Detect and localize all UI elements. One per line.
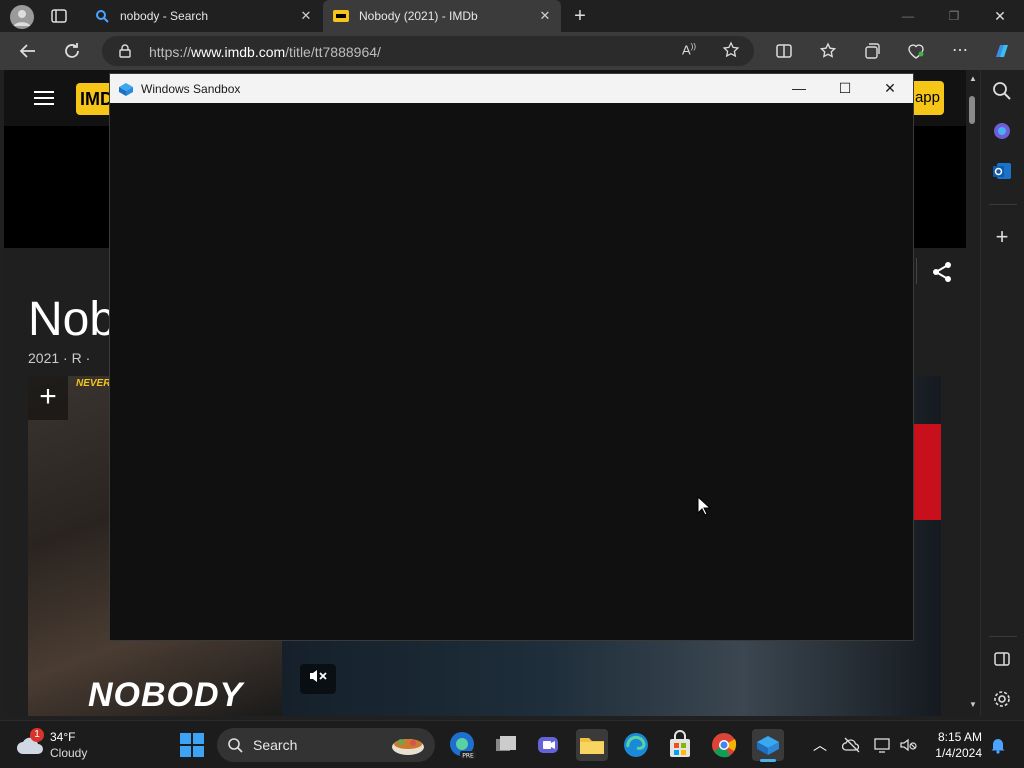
volume-muted-icon[interactable] — [898, 735, 918, 755]
sandbox-title: Windows Sandbox — [141, 82, 241, 96]
share-icon[interactable] — [930, 260, 954, 284]
windows-taskbar: 1 34°F Cloudy Search PRE ︿ 8:15 AM 1/4/2… — [0, 720, 1024, 768]
active-app-indicator — [760, 759, 776, 762]
hide-sidebar-icon[interactable] — [991, 648, 1013, 670]
profile-avatar[interactable] — [10, 5, 34, 29]
system-clock[interactable]: 8:15 AM 1/4/2024 — [926, 729, 982, 761]
svg-text:PRE: PRE — [462, 753, 474, 760]
sandbox-app-icon — [118, 81, 134, 97]
browser-toolbar: https://www.imdb.com/title/tt7888964/ A)… — [0, 32, 1024, 70]
edge-dev-icon[interactable]: PRE — [446, 729, 478, 761]
network-icon[interactable] — [872, 735, 892, 755]
scroll-up-arrow-icon[interactable]: ▲ — [969, 74, 977, 83]
search-highlight-bowl-icon — [392, 739, 424, 755]
weather-temperature: 34°F — [50, 730, 76, 744]
taskbar-search[interactable]: Search — [217, 728, 435, 762]
search-favicon-icon — [94, 8, 110, 24]
scrollbar-thumb[interactable] — [969, 96, 975, 124]
refresh-icon — [65, 43, 79, 58]
movie-meta: 2021 · R · — [28, 350, 91, 366]
sandbox-maximize-button[interactable]: ☐ — [822, 74, 868, 103]
window-restore-button[interactable]: ❐ — [944, 6, 964, 26]
weather-condition: Cloudy — [50, 746, 88, 760]
lock-icon[interactable] — [118, 44, 132, 58]
sandbox-title-bar[interactable]: Windows Sandbox — ☐ ✕ — [110, 74, 913, 103]
notification-badge: 1 — [30, 728, 44, 742]
imdb-favicon-icon — [333, 8, 349, 24]
divider — [916, 258, 917, 284]
windows-sandbox-window[interactable]: Windows Sandbox — ☐ ✕ — [109, 73, 914, 641]
url-domain: www.imdb.com — [191, 44, 286, 60]
poster-tagline: NEVER — [76, 378, 111, 389]
sidebar-divider — [989, 204, 1017, 205]
tab-actions-icon[interactable] — [50, 8, 68, 24]
new-tab-button[interactable]: + — [570, 4, 590, 28]
page-scrollbar[interactable]: ▲ ▼ — [966, 70, 980, 716]
file-explorer-icon[interactable] — [576, 729, 608, 761]
add-sidebar-app-icon[interactable]: + — [991, 226, 1013, 248]
back-button[interactable] — [16, 39, 40, 63]
video-red-accent — [913, 424, 941, 520]
more-options-icon[interactable]: ⋯ — [948, 39, 972, 63]
notification-bell-icon[interactable] — [988, 735, 1008, 755]
weather-widget[interactable]: 1 34°F Cloudy — [16, 728, 126, 762]
microsoft-store-icon[interactable] — [664, 729, 696, 761]
back-arrow-icon — [19, 44, 35, 58]
mute-button[interactable] — [300, 664, 336, 694]
browser-tab-bar: nobody - Search ✕ Nobody (2021) - IMDb ✕… — [0, 0, 1024, 32]
read-aloud-icon[interactable]: A)) — [682, 42, 700, 60]
tab-imdb-nobody[interactable]: Nobody (2021) - IMDb ✕ — [323, 0, 561, 32]
window-minimize-button[interactable]: — — [898, 6, 918, 26]
search-label: Search — [253, 737, 298, 753]
sidebar-divider — [989, 636, 1017, 637]
clock-time: 8:15 AM — [937, 730, 982, 744]
url-scheme: https:// — [149, 44, 192, 60]
address-bar[interactable]: https://www.imdb.com/title/tt7888964/ A)… — [102, 36, 754, 66]
movie-title: Nob — [28, 293, 117, 346]
window-close-button[interactable]: ✕ — [990, 6, 1010, 26]
close-tab-icon[interactable]: ✕ — [298, 8, 314, 24]
edge-browser-icon[interactable] — [620, 729, 652, 761]
sandbox-content-area[interactable] — [110, 103, 913, 640]
tab-title: nobody - Search — [120, 9, 209, 23]
teams-chat-icon[interactable] — [532, 729, 564, 761]
search-icon — [228, 738, 243, 753]
tab-title: Nobody (2021) - IMDb — [359, 9, 478, 23]
show-hidden-icons-chevron-icon[interactable]: ︿ — [810, 735, 830, 755]
url-text[interactable]: https://www.imdb.com/title/tt7888964/ — [149, 44, 381, 60]
start-windows-icon[interactable] — [176, 729, 208, 761]
tab-nobody-search[interactable]: nobody - Search ✕ — [84, 0, 322, 32]
url-path: /title/tt7888964/ — [285, 44, 381, 60]
refresh-button[interactable] — [60, 39, 84, 63]
sandbox-close-button[interactable]: ✕ — [867, 74, 913, 103]
onedrive-offline-icon[interactable] — [841, 735, 862, 755]
add-to-watchlist-button[interactable]: + — [28, 376, 68, 420]
mouse-cursor-icon — [697, 495, 712, 516]
search-icon[interactable] — [991, 80, 1013, 102]
clock-date: 1/4/2024 — [935, 746, 982, 760]
muted-speaker-icon — [310, 670, 327, 682]
hamburger-menu-icon[interactable] — [34, 90, 54, 106]
scroll-down-arrow-icon[interactable]: ▼ — [969, 700, 977, 709]
browser-essentials-icon[interactable] — [904, 39, 928, 63]
task-view-icon[interactable] — [490, 729, 522, 761]
favorite-star-icon[interactable] — [722, 41, 740, 59]
split-screen-icon[interactable] — [772, 39, 796, 63]
outlook-icon[interactable] — [991, 160, 1013, 182]
copilot-icon[interactable] — [990, 39, 1014, 63]
poster-title: NOBODY — [88, 676, 244, 714]
copilot-sidebar-icon[interactable] — [991, 120, 1013, 142]
windows-sandbox-taskbar-icon[interactable] — [752, 729, 784, 762]
favorites-icon[interactable] — [816, 39, 840, 63]
sandbox-minimize-button[interactable]: — — [776, 74, 822, 103]
sidebar-settings-gear-icon[interactable] — [991, 688, 1013, 710]
profile-icon — [14, 10, 30, 26]
close-tab-icon[interactable]: ✕ — [537, 8, 553, 24]
edge-sidebar: + — [980, 70, 1024, 716]
chrome-icon[interactable] — [708, 729, 740, 761]
collections-icon[interactable] — [860, 39, 884, 63]
